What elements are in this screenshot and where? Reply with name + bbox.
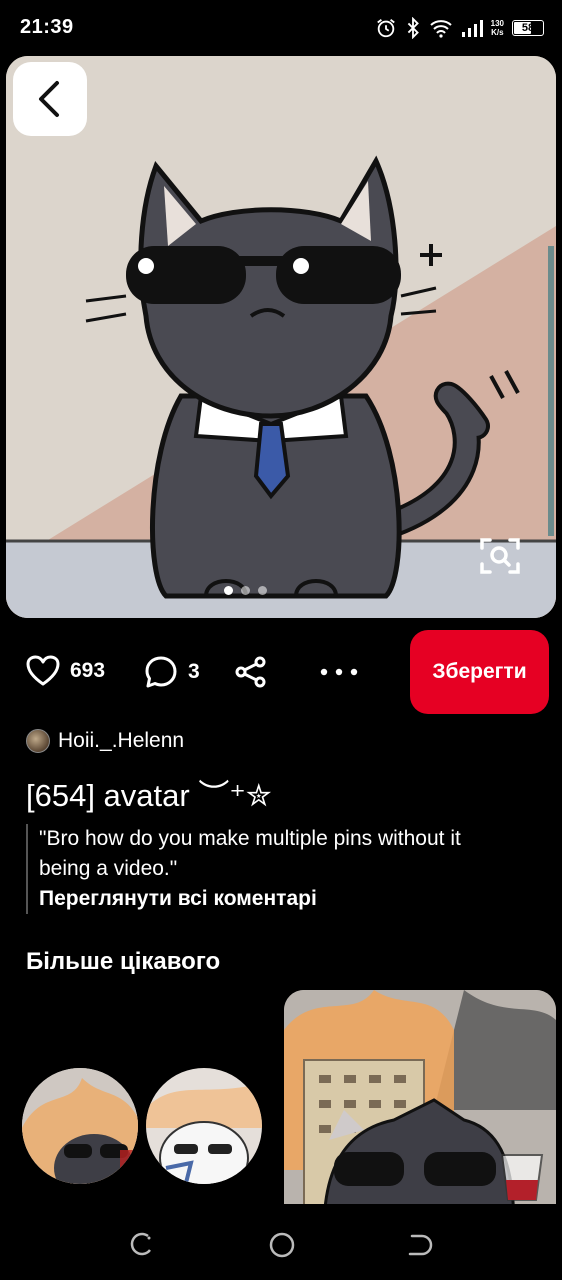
more-to-explore-heading: Більше цікавого (26, 948, 221, 975)
home-icon[interactable] (268, 1231, 296, 1259)
status-icons: 130 K/s 58 (375, 14, 544, 42)
related-pin-image (284, 990, 556, 1230)
author-name: Hoii._.Helenn (58, 729, 185, 752)
bluetooth-icon (407, 17, 419, 39)
more-horizontal-icon (320, 668, 358, 676)
status-bar: 21:39 130 K/s 58 (0, 0, 562, 56)
related-pin-card[interactable] (284, 990, 556, 1230)
comment-button[interactable]: 3 (144, 655, 200, 689)
heart-icon (26, 655, 60, 686)
lens-icon (480, 538, 520, 574)
alarm-icon (376, 19, 395, 38)
like-button[interactable]: 693 (26, 655, 105, 687)
share-icon (235, 656, 266, 688)
carousel-dot[interactable] (241, 586, 250, 595)
top-comment[interactable]: "Bro how do you make multiple pins witho… (26, 824, 509, 914)
system-navigation-bar (0, 1204, 562, 1280)
recents-icon[interactable] (128, 1232, 154, 1258)
pin-title: [654] avatar ︶⁺✮ (26, 778, 272, 813)
carousel-dot[interactable] (224, 586, 233, 595)
like-count: 693 (70, 659, 106, 682)
net-speed-unit: K/s (491, 28, 504, 37)
comment-icon (145, 656, 177, 688)
author-link[interactable]: Hoii._.Helenn (26, 729, 184, 753)
share-button[interactable] (234, 655, 268, 694)
related-board-thumbnail[interactable] (146, 1068, 262, 1184)
battery-icon: 58 (512, 20, 544, 36)
comment-text: "Bro how do you make multiple pins witho… (39, 827, 461, 880)
visual-search-button[interactable] (478, 534, 522, 578)
battery-level: 58 (521, 22, 535, 34)
related-board-thumbnail[interactable] (22, 1068, 138, 1184)
wifi-icon (429, 20, 452, 38)
carousel-dot[interactable] (258, 586, 267, 595)
cat-illustration (6, 56, 556, 618)
back-nav-icon[interactable] (406, 1232, 434, 1258)
more-options-button[interactable] (318, 658, 360, 691)
thumbnail-image (22, 1068, 138, 1184)
pin-image[interactable] (6, 56, 556, 618)
back-button[interactable] (13, 62, 87, 136)
view-all-comments-link[interactable]: Переглянути всі коментарі (39, 884, 509, 914)
status-time: 21:39 (20, 16, 74, 38)
net-speed: 130 K/s (491, 19, 504, 37)
chevron-left-icon (39, 81, 59, 117)
avatar (26, 729, 50, 753)
signal-icon (461, 20, 483, 37)
carousel-indicator (224, 586, 267, 595)
save-button[interactable]: Зберегти (410, 630, 549, 714)
thumbnail-image (146, 1068, 262, 1184)
comment-count: 3 (188, 660, 200, 683)
net-speed-value: 130 (490, 19, 504, 28)
